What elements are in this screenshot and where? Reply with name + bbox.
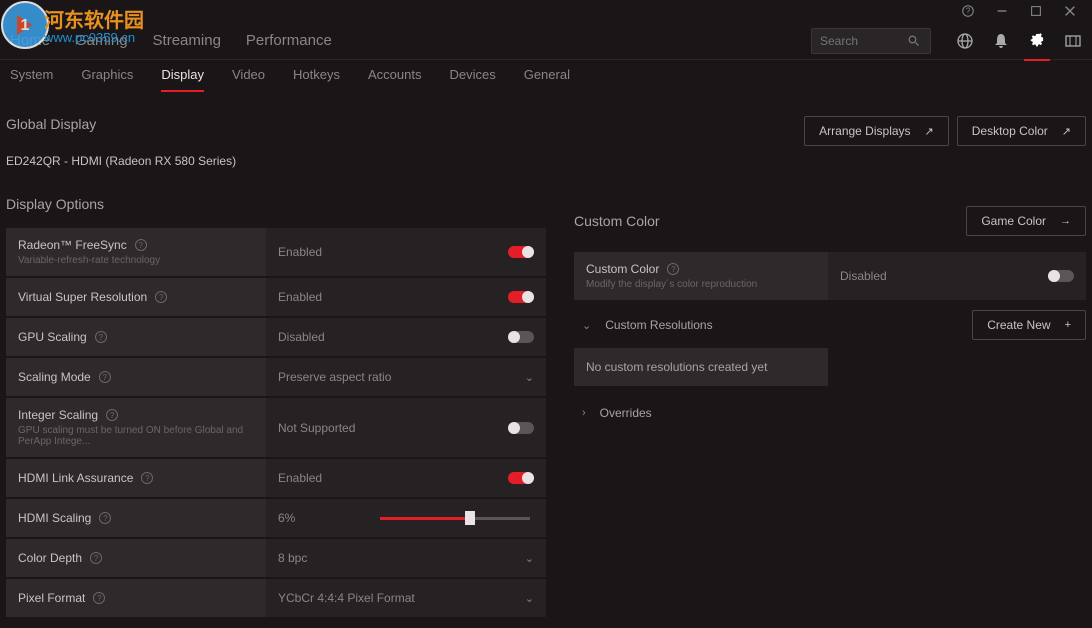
display-options-title: Display Options: [6, 196, 546, 212]
setting-custom-color: Custom Color?Modify the display´s color …: [574, 252, 1086, 300]
help-icon[interactable]: ?: [106, 409, 118, 421]
chevron-down-icon: ⌄: [525, 552, 534, 565]
no-resolutions-message: No custom resolutions created yet: [574, 348, 828, 386]
custom-color-toggle[interactable]: [1048, 270, 1074, 282]
watermark-text: 河东软件园 www.pc0359.cn: [44, 4, 144, 45]
color-depth-dropdown[interactable]: 8 bpc⌄: [266, 539, 546, 577]
help-icon[interactable]: ?: [141, 472, 153, 484]
help-icon[interactable]: ?: [99, 371, 111, 383]
chevron-down-icon: ⌄: [525, 592, 534, 605]
maximize-icon[interactable]: [1029, 4, 1043, 18]
arrange-displays-button[interactable]: Arrange Displays↗: [804, 116, 949, 146]
help-icon[interactable]: ?: [135, 239, 147, 251]
setting-vsr: Virtual Super Resolution? Enabled: [6, 278, 546, 316]
minimize-icon[interactable]: [995, 4, 1009, 18]
subtab-video[interactable]: Video: [232, 67, 265, 92]
search-field[interactable]: [820, 34, 900, 48]
popout-icon: ↗: [925, 125, 934, 138]
custom-color-title: Custom Color: [574, 213, 660, 229]
setting-hdmi-scaling: HDMI Scaling? 6%: [6, 499, 546, 537]
setting-freesync: Radeon™ FreeSync?Variable-refresh-rate t…: [6, 228, 546, 276]
subtab-display[interactable]: Display: [161, 67, 204, 92]
tab-streaming[interactable]: Streaming: [153, 32, 221, 49]
gpu-scaling-toggle[interactable]: [508, 331, 534, 343]
custom-resolutions-expand[interactable]: ⌄ Custom Resolutions: [574, 308, 721, 342]
arrow-right-icon: →: [1060, 215, 1071, 227]
subtab-graphics[interactable]: Graphics: [81, 67, 133, 92]
integer-scaling-toggle[interactable]: [508, 422, 534, 434]
device-name: ED242QR - HDMI (Radeon RX 580 Series): [6, 154, 546, 168]
svg-text:?: ?: [966, 7, 971, 16]
subtab-devices[interactable]: Devices: [449, 67, 495, 92]
subtab-system[interactable]: System: [10, 67, 53, 92]
help-icon[interactable]: ?: [961, 4, 975, 18]
search-input[interactable]: [811, 28, 931, 54]
plus-icon: +: [1065, 319, 1071, 331]
setting-gpu-scaling: GPU Scaling? Disabled: [6, 318, 546, 356]
help-icon[interactable]: ?: [155, 291, 167, 303]
vsr-toggle[interactable]: [508, 291, 534, 303]
gear-icon[interactable]: [1028, 32, 1046, 50]
scaling-mode-dropdown[interactable]: Preserve aspect ratio⌄: [266, 358, 546, 396]
help-icon[interactable]: ?: [667, 263, 679, 275]
titlebar: ?: [0, 0, 1092, 22]
desktop-color-button[interactable]: Desktop Color↗: [957, 116, 1086, 146]
media-icon[interactable]: [1064, 32, 1082, 50]
help-icon[interactable]: ?: [90, 552, 102, 564]
setting-scaling-mode: Scaling Mode? Preserve aspect ratio⌄: [6, 358, 546, 396]
pixel-format-dropdown[interactable]: YCbCr 4:4:4 Pixel Format⌄: [266, 579, 546, 617]
chevron-right-icon: ›: [582, 407, 586, 419]
close-icon[interactable]: [1063, 4, 1077, 18]
chevron-down-icon: ⌄: [525, 371, 534, 384]
help-icon[interactable]: ?: [99, 512, 111, 524]
bell-icon[interactable]: [992, 32, 1010, 50]
setting-hdmi-link: HDMI Link Assurance? Enabled: [6, 459, 546, 497]
hdmi-scaling-slider[interactable]: [380, 517, 530, 520]
help-icon[interactable]: ?: [93, 592, 105, 604]
setting-pixel-format: Pixel Format? YCbCr 4:4:4 Pixel Format⌄: [6, 579, 546, 617]
setting-color-depth: Color Depth? 8 bpc⌄: [6, 539, 546, 577]
web-icon[interactable]: [956, 32, 974, 50]
svg-text:1: 1: [21, 17, 30, 34]
hdmi-link-toggle[interactable]: [508, 472, 534, 484]
help-icon[interactable]: ?: [95, 331, 107, 343]
watermark-logo: 1: [0, 0, 50, 50]
setting-integer-scaling: Integer Scaling?GPU scaling must be turn…: [6, 398, 546, 457]
search-icon: [908, 35, 920, 47]
subtab-accounts[interactable]: Accounts: [368, 67, 421, 92]
subtab-hotkeys[interactable]: Hotkeys: [293, 67, 340, 92]
game-color-button[interactable]: Game Color→: [966, 206, 1086, 236]
popout-icon: ↗: [1062, 125, 1071, 138]
top-navigation: Home Gaming Streaming Performance: [0, 22, 1092, 60]
freesync-toggle[interactable]: [508, 246, 534, 258]
subtab-general[interactable]: General: [524, 67, 570, 92]
tab-performance[interactable]: Performance: [246, 32, 332, 49]
page-title: Global Display: [6, 116, 96, 132]
chevron-down-icon: ⌄: [582, 319, 591, 332]
sub-navigation: System Graphics Display Video Hotkeys Ac…: [0, 60, 1092, 98]
create-new-button[interactable]: Create New+: [972, 310, 1086, 340]
overrides-expand[interactable]: › Overrides: [574, 396, 1086, 430]
